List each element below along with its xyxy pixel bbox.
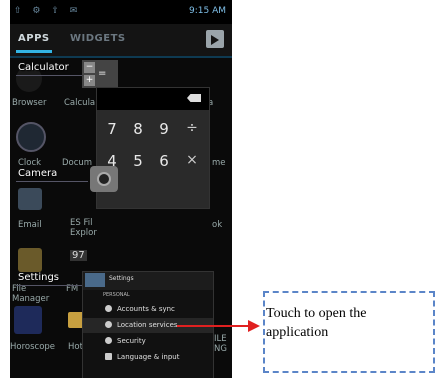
app-label-file-manager: File Manager [12,284,50,304]
status-bar: ⇧ ⚙ ⇧ ✉ 9:15 AM [10,0,232,24]
notification-icons: ⇧ ⚙ ⇧ ✉ [14,6,82,16]
key-6: 6 [159,152,169,170]
app-label-browser: Browser [12,98,47,108]
tab-apps[interactable]: APPS [16,33,52,53]
pointer-arrow-head [248,320,260,332]
calculator-app-icon[interactable]: − + = [82,60,118,88]
pointer-arrow-line [177,325,249,327]
email-app-icon[interactable] [18,188,42,210]
play-store-icon[interactable] [206,30,224,48]
settings-item-label: Security [117,337,146,345]
clock-app-icon[interactable] [16,122,46,152]
callout-line-settings [16,285,82,286]
tab-widgets[interactable]: WIDGETS [70,33,126,44]
key-7: 7 [107,120,117,138]
app-label-calculator: Calcula [64,98,96,108]
keyboard-icon [105,353,112,360]
callout-line-calculator [16,75,82,76]
lock-icon [105,337,112,344]
calculator-keypad: 7 8 9 ÷ 4 5 6 × [97,110,209,208]
app-label-clock: Clock [18,158,42,168]
key-8: 8 [133,120,143,138]
settings-section-personal: PERSONAL [103,292,130,298]
mini-plus: + [84,75,95,86]
key-5: 5 [133,152,143,170]
settings-item-language-input[interactable]: Language & input [83,350,213,365]
settings-sliders-icon[interactable] [85,273,105,287]
calculator-display [97,88,209,110]
mini-equals: = [98,68,107,79]
app-label-horoscope: Horoscope [10,342,56,352]
horoscope-app-icon[interactable] [14,306,42,334]
settings-header: Settings [83,272,213,290]
settings-item-label: Location services [117,321,178,329]
status-time: 9:15 AM [189,6,226,16]
callout-text: Touch to open the application [266,306,367,340]
label-settings: Settings [18,272,60,283]
settings-item-label: Accounts & sync [117,305,175,313]
app-label-email: Email [18,220,42,230]
callout-line-camera [16,181,88,182]
sync-icon [105,305,112,312]
label-camera: Camera [18,168,58,179]
backspace-icon [187,94,201,102]
settings-item-accounts-sync[interactable]: Accounts & sync [83,302,213,317]
location-icon [105,321,112,328]
app-label-right-me: me [212,158,226,168]
phone-screen: ⇧ ⚙ ⇧ ✉ 9:15 AM APPS WIDGETS Browser Cal… [10,0,232,378]
key-divide: ÷ [186,120,198,136]
app-label-right-ile: ILE NG [214,334,227,354]
mini-minus: − [84,62,95,73]
camera-app-icon[interactable] [90,166,118,192]
app-label-right-ok: ok [212,220,223,230]
settings-item-security[interactable]: Security [83,334,213,349]
clock-widget-digits: 97 [70,250,87,261]
app-drawer-tabs: APPS WIDGETS [10,24,232,58]
settings-item-label: Language & input [117,353,180,361]
label-calculator: Calculator [18,62,69,73]
key-multiply: × [186,152,198,168]
key-9: 9 [159,120,169,138]
file-manager-app-icon[interactable] [18,248,42,272]
settings-title: Settings [109,275,134,282]
app-label-es-file: ES Fil Explor [70,218,97,238]
app-label-documents: Docum [62,158,93,168]
